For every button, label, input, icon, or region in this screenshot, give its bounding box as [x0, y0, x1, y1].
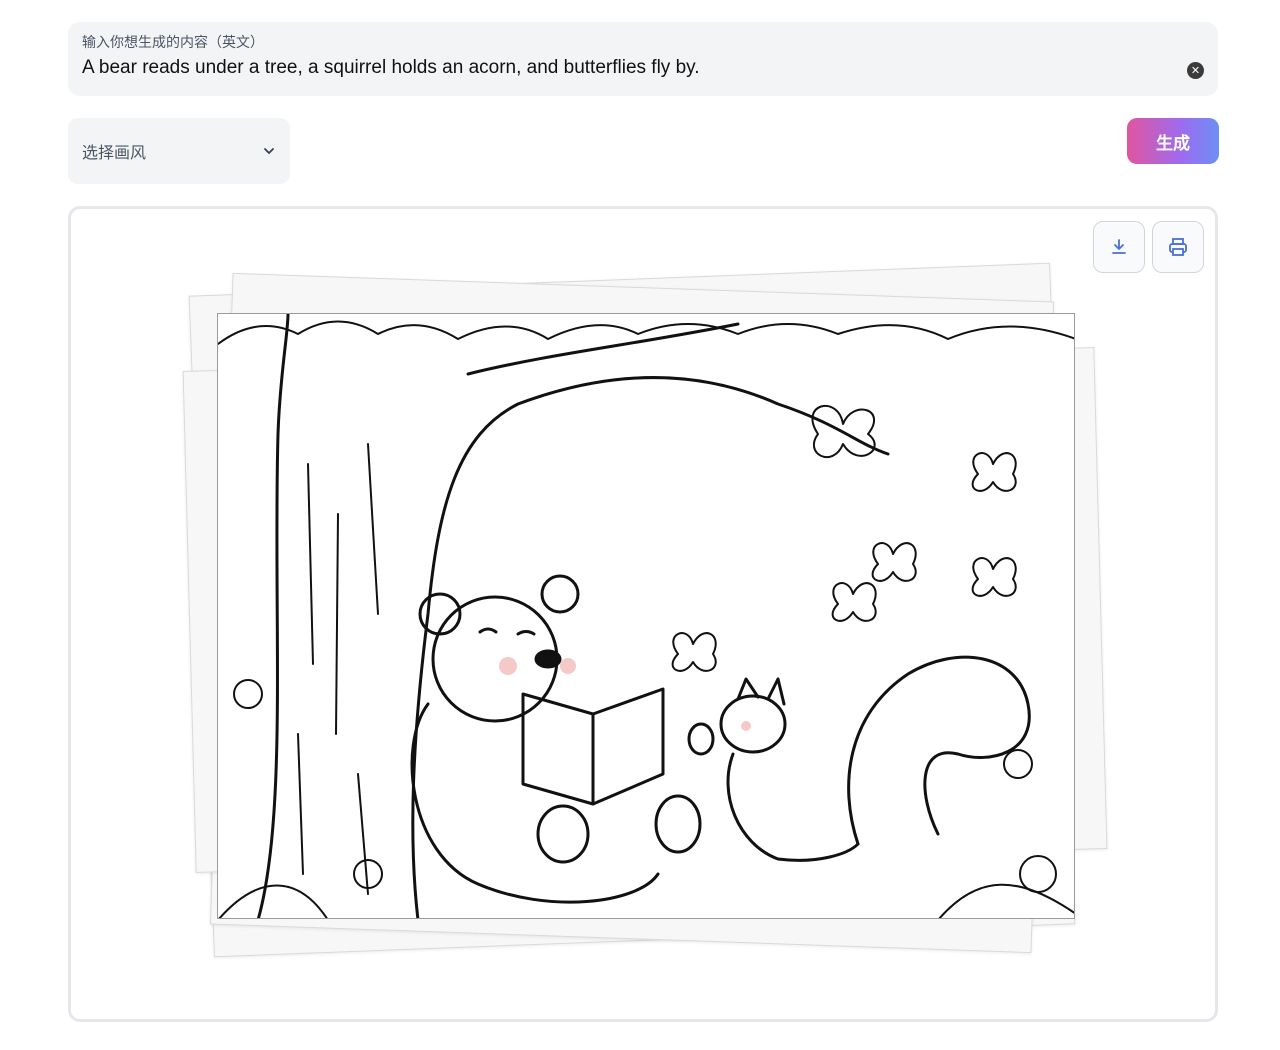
download-icon: [1112, 239, 1126, 254]
download-button[interactable]: [1093, 221, 1145, 273]
style-select[interactable]: 选择画风: [68, 118, 290, 184]
close-circle-icon[interactable]: ✕: [1187, 62, 1204, 79]
prompt-label: 输入你想生成的内容（英文）: [82, 35, 264, 51]
coloring-page-image: [217, 313, 1075, 919]
print-button[interactable]: [1152, 221, 1204, 273]
style-select-label: 选择画风: [82, 143, 147, 162]
prompt-value[interactable]: A bear reads under a tree, a squirrel ho…: [82, 57, 1204, 79]
chevron-down-icon: [264, 148, 274, 154]
image-preview-panel: [68, 206, 1218, 1022]
coloring-page-illustration: [218, 314, 1074, 918]
printer-icon: [1169, 238, 1187, 256]
generate-button[interactable]: 生成: [1127, 118, 1219, 164]
prompt-input[interactable]: 输入你想生成的内容（英文） A bear reads under a tree,…: [68, 22, 1218, 96]
